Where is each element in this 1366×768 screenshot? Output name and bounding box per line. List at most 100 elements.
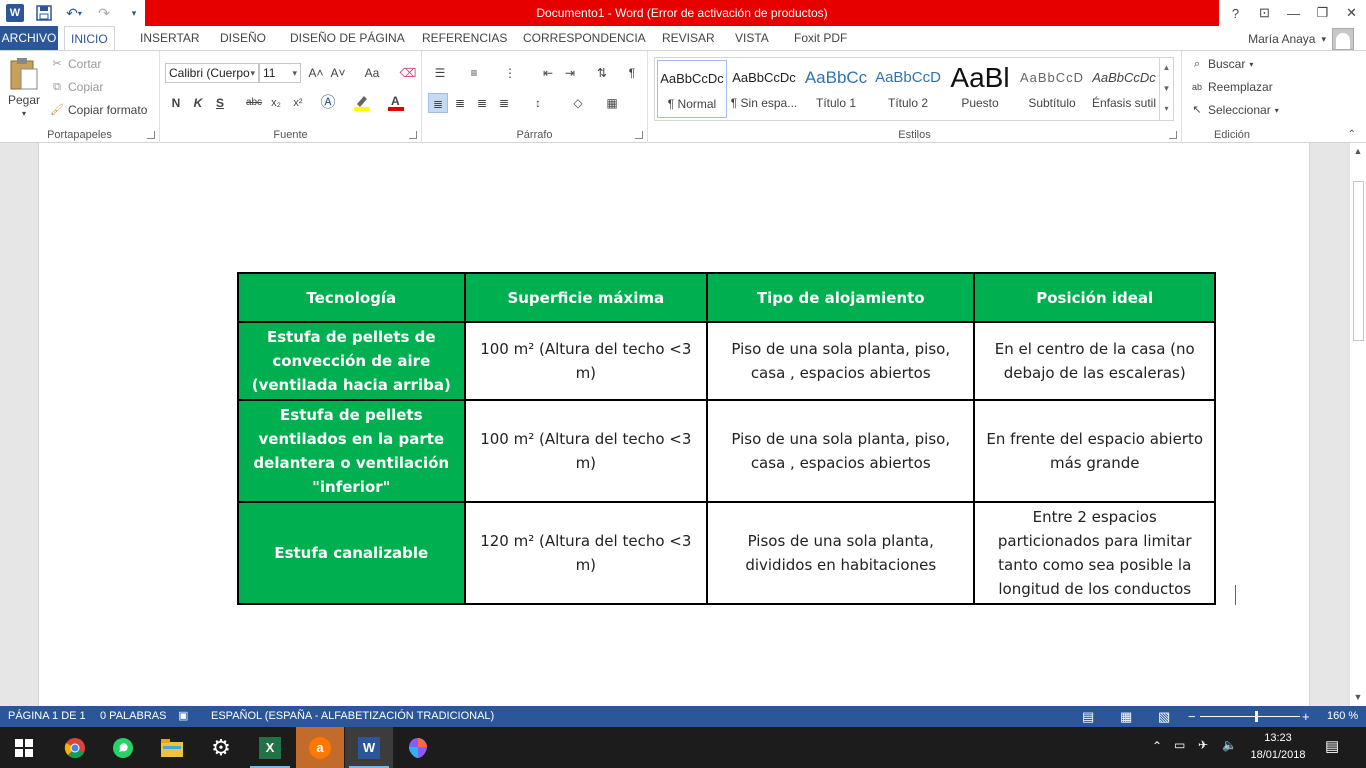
align-right-icon[interactable]: ≣ [472, 93, 492, 113]
bullets-icon[interactable]: ☰ [430, 63, 450, 83]
word-app-icon[interactable]: W [6, 4, 24, 22]
italic-button[interactable]: K [188, 93, 208, 113]
scrollbar-thumb[interactable] [1353, 181, 1364, 341]
shading-icon[interactable]: ◇ [568, 93, 588, 113]
help-button[interactable]: ? [1221, 0, 1250, 26]
find-button[interactable]: ⌕ Buscar ▾ [1190, 57, 1253, 71]
table-cell[interactable]: 120 m² (Altura del techo <3 m) [463, 501, 709, 605]
network-icon[interactable]: ✈ [1198, 738, 1208, 752]
table-header-cell[interactable]: Posición ideal [973, 272, 1216, 323]
customize-qat-icon[interactable]: ▾ [124, 3, 144, 23]
show-marks-button[interactable]: ¶ [622, 63, 642, 83]
justify-icon[interactable]: ≣ [494, 93, 514, 113]
table-header-cell[interactable]: Superficie máxima [463, 272, 709, 323]
line-spacing-icon[interactable]: ↕ [528, 93, 548, 113]
copy-button[interactable]: ⧉ Copiar [50, 80, 103, 94]
style-subtle-emphasis[interactable]: AaBbCcDc Énfasis sutil [1089, 60, 1159, 118]
table-cell[interactable]: Entre 2 espacios particionados para limi… [973, 501, 1216, 605]
bold-button[interactable]: N [166, 93, 186, 113]
superscript-button[interactable]: x² [288, 93, 308, 113]
clipboard-dialog-launcher[interactable] [147, 131, 155, 139]
excel-icon[interactable]: X [246, 727, 294, 768]
show-hidden-icons-icon[interactable]: ⌃ [1152, 739, 1162, 753]
table-row-header-cell[interactable]: Estufa de pellets ventilados en la parte… [237, 399, 466, 503]
zoom-slider[interactable] [1200, 716, 1300, 717]
table-header-cell[interactable]: Tipo de alojamiento [706, 272, 976, 323]
tab-references[interactable]: REFERENCIAS [416, 26, 513, 50]
paste-button[interactable]: Pegar ▾ [8, 57, 40, 118]
table-cell[interactable]: 100 m² (Altura del techo <3 m) [463, 321, 709, 401]
proofing-icon[interactable]: ▣ [178, 706, 188, 727]
table-cell[interactable]: En el centro de la casa (no debajo de la… [973, 321, 1216, 401]
text-effects-icon[interactable]: Ⓐ [318, 93, 338, 113]
battery-icon[interactable]: ▭ [1174, 738, 1185, 752]
font-color-button[interactable]: A [386, 93, 406, 113]
multilevel-list-icon[interactable]: ⋮ [500, 63, 520, 83]
style-heading-2[interactable]: AaBbCcD Título 2 [873, 60, 943, 118]
tab-mailings[interactable]: CORRESPONDENCIA [517, 26, 652, 50]
cut-button[interactable]: ✂ Cortar [50, 57, 101, 71]
table-cell[interactable]: Pisos de una sola planta, divididos en h… [706, 501, 976, 605]
increase-indent-icon[interactable]: ⇥ [560, 63, 580, 83]
whatsapp-icon[interactable] [99, 727, 147, 768]
decrease-indent-icon[interactable]: ⇤ [538, 63, 558, 83]
avast-icon[interactable]: a [296, 727, 344, 768]
file-explorer-icon[interactable] [148, 727, 196, 768]
scroll-down-icon[interactable]: ▼ [1350, 689, 1366, 706]
styles-dialog-launcher[interactable] [1169, 131, 1177, 139]
tab-foxit-pdf[interactable]: Foxit PDF [788, 26, 853, 50]
tab-design[interactable]: DISEÑO [214, 26, 272, 50]
word-taskbar-icon[interactable]: W [345, 727, 393, 768]
read-mode-icon[interactable]: ▤ [1082, 706, 1094, 727]
tab-review[interactable]: REVISAR [656, 26, 721, 50]
collapse-ribbon-icon[interactable]: ⌃ [1348, 129, 1356, 140]
zoom-in-icon[interactable]: + [1302, 706, 1310, 727]
system-clock[interactable]: 13:23 18/01/2018 [1246, 730, 1310, 764]
vertical-scrollbar[interactable]: ▲ ▼ [1349, 143, 1366, 706]
table-cell[interactable]: En frente del espacio abierto más grande [973, 399, 1216, 503]
chrome-icon[interactable] [51, 727, 99, 768]
print-layout-icon[interactable]: ▦ [1120, 706, 1132, 727]
user-account[interactable]: María Anaya ▾ [1248, 28, 1354, 50]
underline-button[interactable]: S [210, 93, 230, 113]
minimize-button[interactable]: — [1279, 0, 1308, 26]
tab-page-layout[interactable]: DISEÑO DE PÁGINA [284, 26, 411, 50]
replace-button[interactable]: ab Reemplazar [1190, 80, 1273, 94]
scroll-up-icon[interactable]: ▲ [1350, 143, 1366, 160]
change-case-button[interactable]: Aa [358, 63, 386, 83]
style-subtitle[interactable]: AaBbCcD Subtítulo [1017, 60, 1087, 118]
zoom-out-icon[interactable]: − [1188, 706, 1196, 727]
tab-home[interactable]: INICIO [64, 26, 115, 50]
align-left-icon[interactable]: ≣ [428, 93, 448, 113]
zoom-slider-thumb[interactable] [1255, 711, 1258, 722]
tab-file[interactable]: ARCHIVO [0, 26, 58, 50]
borders-icon[interactable]: ▦ [602, 93, 622, 113]
word-count[interactable]: 0 PALABRAS [100, 706, 166, 727]
action-center-icon[interactable]: ▤ [1325, 737, 1339, 755]
clear-formatting-icon[interactable]: ⌫ [398, 63, 418, 83]
table-header-cell[interactable]: Tecnología [237, 272, 466, 323]
page-count[interactable]: PÁGINA 1 DE 1 [8, 706, 86, 727]
table-row-header-cell[interactable]: Estufa canalizable [237, 501, 466, 605]
volume-icon[interactable]: 🔈 [1222, 738, 1237, 752]
style-heading-1[interactable]: AaBbCc Título 1 [801, 60, 871, 118]
undo-icon[interactable]: ↶ ▾ [64, 3, 84, 23]
font-size-select[interactable]: 11 [259, 63, 301, 83]
align-center-icon[interactable]: ≣ [450, 93, 470, 113]
zoom-level[interactable]: 160 % [1327, 706, 1358, 727]
font-dialog-launcher[interactable] [409, 131, 417, 139]
language-indicator[interactable]: ESPAÑOL (ESPAÑA - ALFABETIZACIÓN TRADICI… [211, 706, 494, 727]
shrink-font-button[interactable]: A˅ [328, 63, 348, 83]
start-windows-icon[interactable] [0, 727, 48, 768]
highlight-color-button[interactable] [352, 93, 372, 113]
tab-insert[interactable]: INSERTAR [134, 26, 206, 50]
tab-view[interactable]: VISTA [729, 26, 775, 50]
sort-icon[interactable]: ⇅ [592, 63, 612, 83]
paint-3d-icon[interactable] [394, 727, 442, 768]
styles-more-icon[interactable]: ▾ [1160, 99, 1173, 120]
paragraph-dialog-launcher[interactable] [635, 131, 643, 139]
style-no-spacing[interactable]: AaBbCcDc ¶ Sin espa... [729, 60, 799, 118]
grow-font-button[interactable]: A˄ [306, 63, 326, 83]
styles-scroll-down-icon[interactable]: ▼ [1160, 79, 1173, 100]
ribbon-display-options-button[interactable]: ⊡ [1250, 0, 1279, 26]
